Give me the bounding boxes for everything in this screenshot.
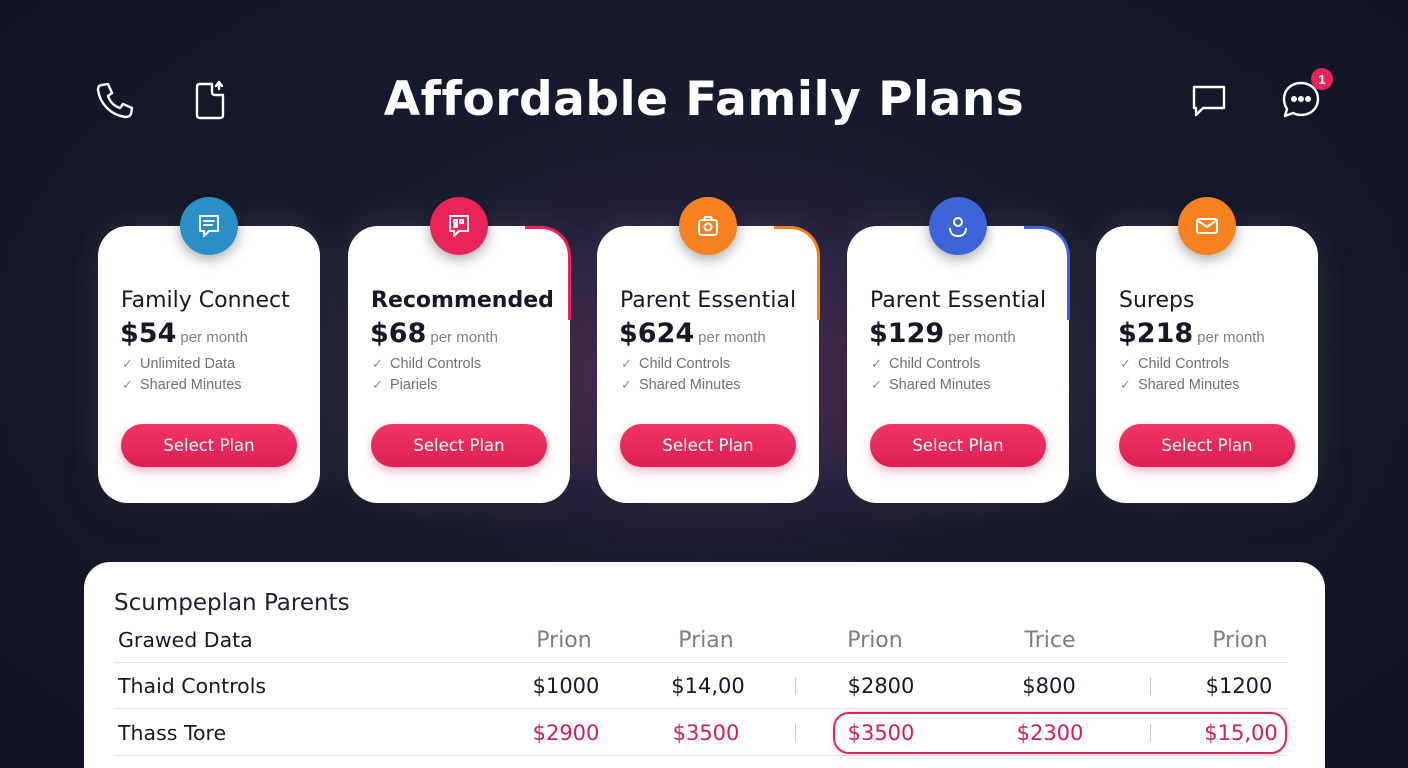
plan-card: Sureps $218 per month ✓ Child Controls ✓ Sh… (1096, 197, 1318, 503)
plan-card: Parent Essential $129 per month ✓ Child Co… (847, 197, 1070, 503)
table-row: Thaid Controls $1000 $14,00 $2800 $800 $… (114, 663, 1288, 709)
plan-name: Parent Essential (870, 288, 1047, 313)
check-icon: ✓ (372, 356, 383, 371)
plan-feature: ✓ Piariels (372, 377, 438, 393)
select-plan-button[interactable]: Select Plan (121, 424, 297, 467)
check-icon: ✓ (122, 377, 133, 392)
chat-icon[interactable]: 1 (1275, 68, 1333, 126)
envelope-icon (1178, 197, 1236, 255)
plan-feature: ✓ Child Controls (871, 356, 981, 372)
plan-name: Sureps (1119, 288, 1195, 313)
plan-card: Family Connect $54 per month ✓ Unlimited D… (98, 197, 320, 503)
table-header-row: Grawed Data Prion Prian Prion Trice Prio… (114, 617, 1288, 663)
check-icon: ✓ (372, 377, 383, 392)
plan-price: $129 per month (869, 318, 1016, 349)
table-cell: $1000 (532, 674, 600, 698)
plan-name: Family Connect (121, 288, 290, 313)
camera-icon (679, 197, 737, 255)
notification-badge: 1 (1311, 68, 1333, 90)
table-cell: $1200 (1205, 674, 1273, 698)
plan-feature: ✓ Shared Minutes (871, 377, 991, 393)
check-icon: ✓ (1120, 377, 1131, 392)
table-cell: $800 (1022, 674, 1076, 698)
column-header: Prion (536, 627, 592, 653)
plan-card: Parent Essential $624 per month ✓ Child Co… (597, 197, 820, 503)
column-header: Prion (847, 627, 903, 653)
row-label: Thass Tore (118, 721, 227, 745)
plan-feature: ✓ Child Controls (1120, 356, 1230, 372)
select-plan-button[interactable]: Select Plan (870, 424, 1046, 467)
comparison-title: Scumpeplan Parents (114, 590, 350, 616)
table-cell: $14,00 (671, 674, 745, 698)
column-header: Prian (678, 627, 734, 653)
row-label: Thaid Controls (118, 674, 267, 698)
check-icon: ✓ (621, 377, 632, 392)
plan-name: Parent Essential (620, 288, 797, 313)
plan-card: Recommended $68 per month ✓ Child Controls… (348, 197, 571, 503)
column-divider (795, 677, 796, 695)
select-plan-button[interactable]: Select Plan (371, 424, 547, 467)
check-icon: ✓ (122, 356, 133, 371)
plan-feature: ✓ Child Controls (372, 356, 482, 372)
plan-price: $218 per month (1118, 318, 1265, 349)
check-icon: ✓ (621, 356, 632, 371)
table-cell: $2900 (532, 721, 600, 745)
plan-feature: ✓ Child Controls (621, 356, 731, 372)
select-plan-button[interactable]: Select Plan (1119, 424, 1295, 467)
plan-name: Recommended (371, 288, 554, 313)
column-divider (1150, 677, 1151, 695)
select-plan-button[interactable]: Select Plan (620, 424, 796, 467)
plan-price: $54 per month (120, 318, 248, 349)
check-icon: ✓ (871, 356, 882, 371)
message-list-icon (180, 197, 238, 255)
column-header: Prion (1212, 627, 1268, 653)
plan-price: $624 per month (619, 318, 766, 349)
header-label: Grawed Data (118, 628, 253, 652)
user-circle-icon (929, 197, 987, 255)
plan-feature: ✓ Shared Minutes (1120, 377, 1240, 393)
chat-grid-icon (430, 197, 488, 255)
highlight-outline (833, 712, 1287, 754)
plan-price: $68 per month (370, 318, 498, 349)
table-cell: $2800 (847, 674, 915, 698)
plan-feature: ✓ Unlimited Data (122, 356, 236, 372)
table-cell: $3500 (672, 721, 740, 745)
check-icon: ✓ (871, 377, 882, 392)
message-icon[interactable] (1183, 74, 1235, 126)
check-icon: ✓ (1120, 356, 1131, 371)
plan-feature: ✓ Shared Minutes (122, 377, 242, 393)
plan-feature: ✓ Shared Minutes (621, 377, 741, 393)
column-header: Trice (1024, 627, 1076, 653)
column-divider (795, 724, 796, 742)
